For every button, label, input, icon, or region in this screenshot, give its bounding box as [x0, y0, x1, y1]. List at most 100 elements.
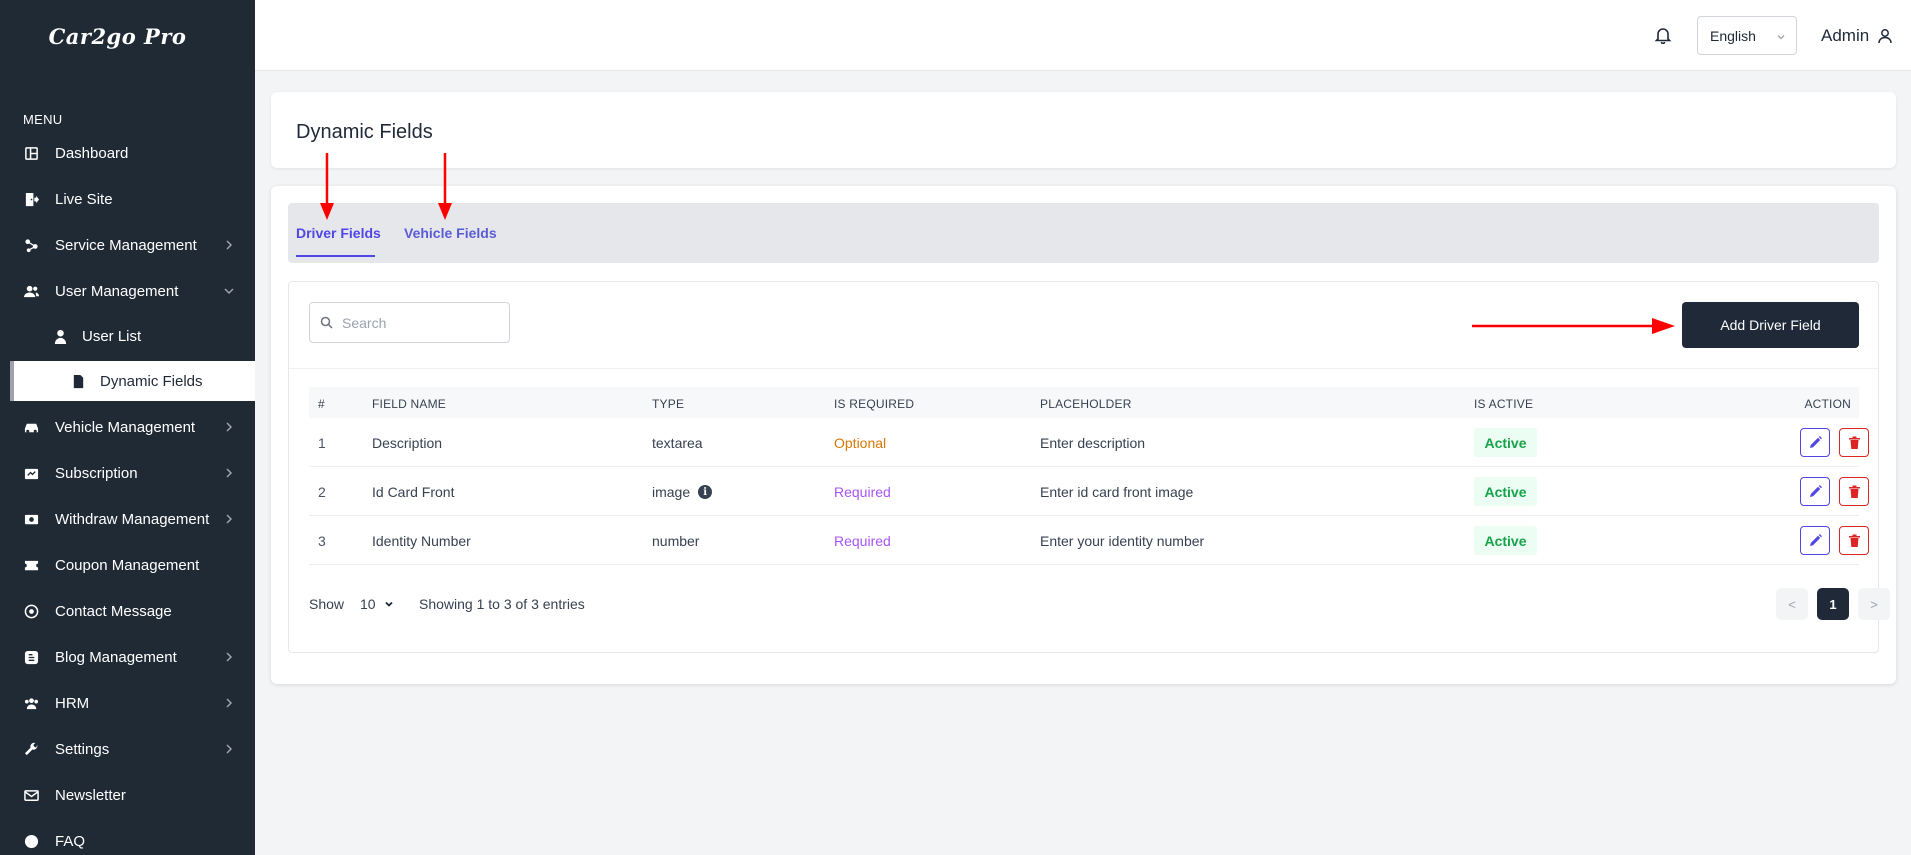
info-icon[interactable]: i: [698, 485, 713, 499]
status-badge: Active: [1474, 526, 1537, 555]
pencil-icon: [1809, 485, 1822, 497]
cell-field-name: Id Card Front: [372, 484, 455, 500]
sidebar: Car2go Pro MENU Dashboard Live Site Serv…: [0, 0, 255, 855]
cell-type: image i: [652, 484, 713, 500]
edit-button[interactable]: [1800, 526, 1830, 555]
type-value: image: [652, 484, 691, 500]
sidebar-item-service-management[interactable]: Service Management: [0, 222, 255, 268]
delete-button[interactable]: [1839, 526, 1869, 555]
dashboard-icon: [23, 145, 39, 161]
car-icon: [23, 419, 39, 435]
sidebar-item-dashboard[interactable]: Dashboard: [0, 130, 255, 176]
status-badge: Active: [1474, 477, 1537, 506]
sidebar-item-contact-message[interactable]: Contact Message: [0, 588, 255, 634]
prev-page-button[interactable]: <: [1776, 588, 1808, 620]
sidebar-item-withdraw-management[interactable]: Withdraw Management: [0, 496, 255, 542]
sidebar-item-dynamic-fields[interactable]: Dynamic Fields: [10, 361, 255, 401]
col-header-number: #: [318, 397, 325, 411]
cell-is-required: Optional: [834, 435, 887, 451]
file-icon: [70, 373, 86, 389]
users-icon: [23, 283, 39, 299]
sidebar-item-blog-management[interactable]: Blog Management: [0, 634, 255, 680]
cell-is-required: Required: [834, 533, 891, 549]
edit-button[interactable]: [1800, 428, 1830, 457]
sidebar-item-hrm[interactable]: HRM: [0, 680, 255, 726]
sidebar-item-subscription[interactable]: Subscription: [0, 450, 255, 496]
sidebar-item-vehicle-management[interactable]: Vehicle Management: [0, 404, 255, 450]
cell-is-required: Required: [834, 484, 891, 500]
chevron-down-icon: [1777, 35, 1785, 40]
mail-icon: [23, 787, 39, 803]
col-header-is-required: IS REQUIRED: [834, 397, 915, 411]
cell-placeholder: Enter your identity number: [1040, 533, 1205, 549]
page-button-current[interactable]: 1: [1817, 588, 1849, 620]
sidebar-item-faq[interactable]: FAQ: [0, 818, 255, 855]
type-value: textarea: [652, 435, 703, 451]
sidebar-item-coupon-management[interactable]: Coupon Management: [0, 542, 255, 588]
sidebar-item-newsletter[interactable]: Newsletter: [0, 772, 255, 818]
trash-icon: [1848, 485, 1860, 498]
chevron-right-icon: [226, 652, 233, 662]
page-size-select[interactable]: 10: [360, 596, 394, 612]
next-page-button[interactable]: >: [1858, 588, 1890, 620]
sidebar-item-label: FAQ: [55, 832, 86, 850]
divider: [289, 368, 1878, 369]
language-select[interactable]: English: [1697, 16, 1797, 55]
coupon-icon: [23, 557, 39, 573]
delete-button[interactable]: [1839, 477, 1869, 506]
chevron-right-icon: [226, 422, 233, 432]
sidebar-item-label: Withdraw Management: [55, 510, 210, 528]
user-name: Admin: [1821, 26, 1870, 45]
chevron-right-icon: [226, 744, 233, 754]
brand-logo[interactable]: Car2go Pro: [0, 0, 255, 72]
sidebar-item-settings[interactable]: Settings: [0, 726, 255, 772]
bell-icon[interactable]: [1654, 26, 1672, 44]
chevron-right-icon: [226, 240, 233, 250]
add-driver-field-button[interactable]: Add Driver Field: [1682, 302, 1859, 348]
chevron-down-icon: [224, 288, 234, 295]
sidebar-item-label: Coupon Management: [55, 556, 200, 574]
sidebar-item-user-list[interactable]: User List: [0, 314, 255, 358]
show-label: Show: [309, 596, 345, 612]
chevron-right-icon: [226, 698, 233, 708]
sidebar-item-label: User List: [82, 327, 142, 345]
sidebar-item-user-management[interactable]: User Management: [0, 268, 255, 314]
type-value: number: [652, 533, 700, 549]
tab-driver-fields[interactable]: Driver Fields: [296, 225, 381, 241]
status-badge: Active: [1474, 428, 1537, 457]
search-input[interactable]: [342, 314, 492, 331]
sidebar-item-label: Contact Message: [55, 602, 172, 620]
page-title: Dynamic Fields: [296, 121, 433, 143]
search-box[interactable]: [309, 302, 510, 343]
sidebar-item-label: Dynamic Fields: [100, 372, 203, 390]
question-icon: [23, 833, 39, 849]
table-header: # FIELD NAME TYPE IS REQUIRED PLACEHOLDE…: [309, 387, 1859, 418]
sidebar-item-live-site[interactable]: Live Site: [0, 176, 255, 222]
cell-type: number: [652, 533, 699, 549]
message-icon: [23, 603, 39, 619]
cell-number: 3: [318, 533, 326, 549]
sidebar-item-label: Settings: [55, 740, 110, 758]
pencil-icon: [1809, 534, 1822, 546]
cell-number: 1: [318, 435, 326, 451]
sidebar-item-label: Dashboard: [55, 144, 129, 162]
tab-vehicle-fields[interactable]: Vehicle Fields: [404, 225, 497, 241]
user-icon: [52, 328, 68, 344]
trash-icon: [1848, 534, 1860, 547]
edit-button[interactable]: [1800, 477, 1830, 506]
cell-placeholder: Enter id card front image: [1040, 484, 1194, 500]
subscription-icon: [23, 465, 39, 481]
cell-placeholder: Enter description: [1040, 435, 1146, 451]
trash-icon: [1848, 436, 1860, 449]
col-header-is-active: IS ACTIVE: [1474, 397, 1534, 411]
chevron-down-icon: [384, 601, 393, 607]
col-header-type: TYPE: [652, 397, 685, 411]
page-size-value: 10: [360, 596, 376, 612]
language-value: English: [1710, 28, 1756, 44]
cell-type: textarea: [652, 435, 703, 451]
chevron-right-icon: [226, 468, 233, 478]
delete-button[interactable]: [1839, 428, 1869, 457]
user-menu[interactable]: Admin: [1821, 26, 1893, 46]
search-icon: [320, 316, 333, 329]
entries-summary: Showing 1 to 3 of 3 entries: [419, 596, 585, 612]
